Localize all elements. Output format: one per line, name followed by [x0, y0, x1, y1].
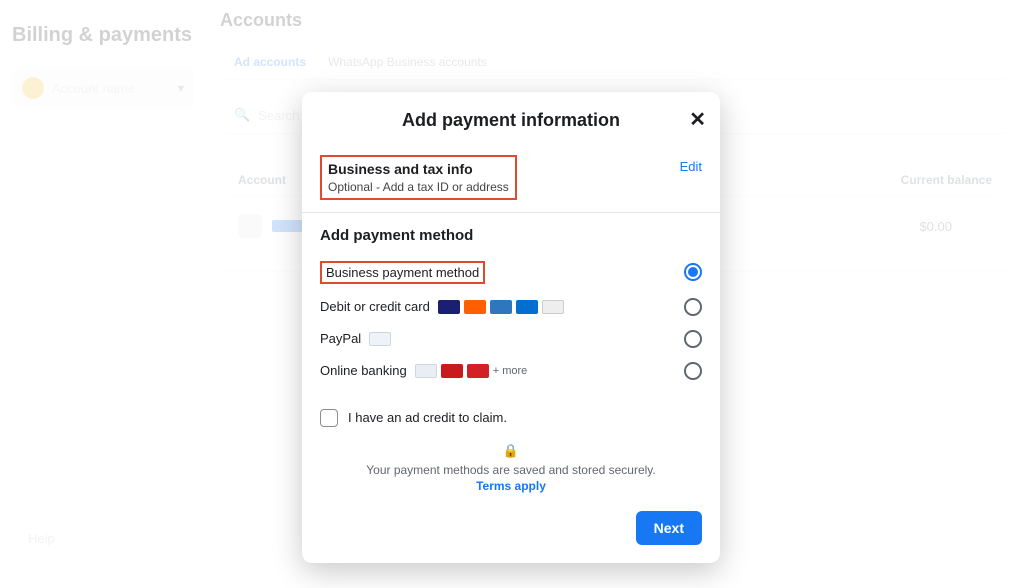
option-online-banking[interactable]: Online banking + more: [320, 355, 702, 387]
checkbox[interactable]: [320, 409, 338, 427]
bank-icon: [441, 364, 463, 378]
option-label: Online banking: [320, 363, 407, 378]
radio[interactable]: [684, 330, 702, 348]
business-tax-info: Business and tax info Optional - Add a t…: [320, 155, 517, 200]
discover-icon: [542, 300, 564, 314]
card-icon: [516, 300, 538, 314]
modal-title: Add payment information: [320, 110, 702, 131]
paypal-icons: [369, 332, 391, 346]
bank-icon: [467, 364, 489, 378]
payment-section-title: Add payment method: [320, 227, 702, 244]
edit-link[interactable]: Edit: [680, 159, 702, 174]
option-label: Business payment method: [320, 261, 485, 284]
bank-icons: + more: [415, 364, 528, 378]
paypal-icon: [369, 332, 391, 346]
visa-icon: [438, 300, 460, 314]
radio-selected[interactable]: [684, 263, 702, 281]
secure-notice: 🔒 Your payment methods are saved and sto…: [320, 443, 702, 495]
secure-text: Your payment methods are saved and store…: [320, 463, 702, 477]
bank-icon: [415, 364, 437, 378]
radio[interactable]: [684, 362, 702, 380]
option-label: Debit or credit card: [320, 299, 430, 314]
add-payment-modal: Add payment information ✕ Business and t…: [302, 92, 720, 563]
btax-title: Business and tax info: [328, 161, 509, 178]
mastercard-icon: [464, 300, 486, 314]
lock-icon: 🔒: [320, 443, 702, 459]
btax-subtitle: Optional - Add a tax ID or address: [328, 180, 509, 194]
option-card[interactable]: Debit or credit card: [320, 291, 702, 323]
amex-icon: [490, 300, 512, 314]
option-label: PayPal: [320, 331, 361, 346]
card-icons: [438, 300, 564, 314]
radio[interactable]: [684, 298, 702, 316]
ad-credit-label: I have an ad credit to claim.: [348, 410, 507, 425]
ad-credit-row[interactable]: I have an ad credit to claim.: [320, 409, 702, 427]
option-paypal[interactable]: PayPal: [320, 323, 702, 355]
close-icon[interactable]: ✕: [689, 110, 706, 130]
next-button[interactable]: Next: [636, 511, 702, 545]
terms-link[interactable]: Terms apply: [476, 479, 546, 493]
option-business-payment[interactable]: Business payment method: [320, 254, 702, 291]
more-label: + more: [493, 365, 528, 377]
divider: [302, 212, 720, 213]
